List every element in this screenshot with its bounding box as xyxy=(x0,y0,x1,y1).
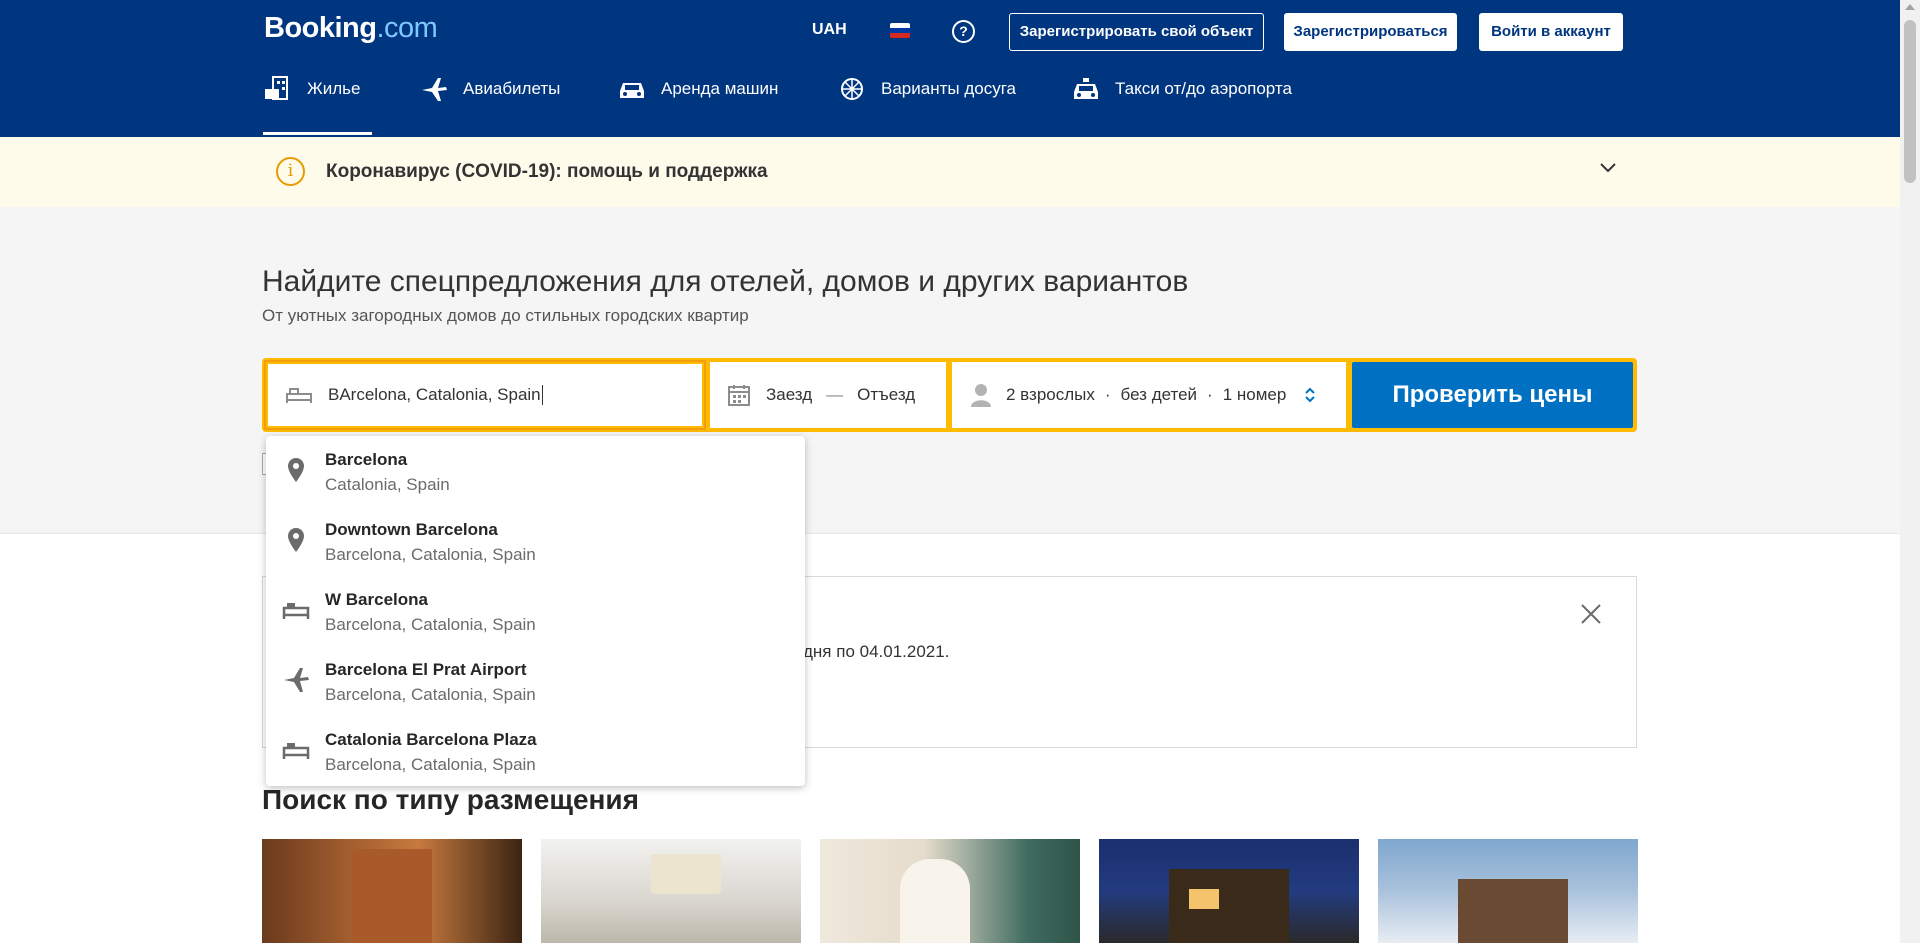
map-pin-icon xyxy=(288,458,304,482)
suggestion-title: W Barcelona xyxy=(325,590,428,609)
children-count: без детей xyxy=(1120,385,1198,404)
register-property-button[interactable]: Зарегистрировать свой объект xyxy=(1009,13,1264,51)
login-button[interactable]: Войти в аккаунт xyxy=(1479,13,1623,51)
date-field[interactable]: Заезд — Отъезд xyxy=(710,362,946,428)
scroll-up-arrow-icon[interactable] xyxy=(1905,4,1915,10)
destination-field[interactable]: BArcelona, Catalonia, Spain xyxy=(264,360,706,430)
property-type-card[interactable] xyxy=(262,839,522,943)
scrollbar-thumb[interactable] xyxy=(1904,20,1916,183)
booking-logo[interactable]: Booking.com xyxy=(264,12,438,45)
checkin-label[interactable]: Заезд xyxy=(766,385,812,405)
bed-icon xyxy=(286,388,312,403)
hero-subtitle: От уютных загородных домов до стильных г… xyxy=(262,306,749,325)
card-image xyxy=(1458,879,1568,943)
tab-attractions-label: Варианты досуга xyxy=(881,79,1016,98)
suggestion-subtitle: Catalonia, Spain xyxy=(325,475,450,494)
suggestion-item[interactable]: Catalonia Barcelona Plaza Barcelona, Cat… xyxy=(266,716,805,786)
taxi-icon xyxy=(1074,78,1098,99)
rooms-count: 1 номер xyxy=(1222,385,1287,404)
separator-dot: · xyxy=(1104,385,1111,404)
notice-text: дня по 04.01.2021. xyxy=(803,642,950,661)
hero-title: Найдите спецпредложения для отелей, домо… xyxy=(262,265,1189,298)
property-type-card[interactable] xyxy=(820,839,1080,943)
tab-car-rental[interactable]: Аренда машин xyxy=(617,79,778,135)
suggestion-title: Downtown Barcelona xyxy=(325,520,498,539)
tab-stays-label: Жилье xyxy=(307,79,361,98)
card-image xyxy=(651,854,721,894)
separator-dot: · xyxy=(1207,385,1213,404)
card-image xyxy=(352,849,432,943)
up-down-chevron-icon xyxy=(1305,387,1316,403)
tab-attractions[interactable]: Варианты досуга xyxy=(837,78,1016,135)
suggestion-item[interactable]: Downtown Barcelona Barcelona, Catalonia,… xyxy=(266,506,805,576)
language-flag-icon[interactable] xyxy=(890,23,910,38)
tab-airport-taxi-label: Такси от/до аэропорта xyxy=(1115,79,1292,98)
suggestion-subtitle: Barcelona, Catalonia, Spain xyxy=(325,545,536,564)
bed-icon xyxy=(282,743,310,759)
bed-icon xyxy=(282,603,310,619)
suggestion-item[interactable]: Barcelona Catalonia, Spain xyxy=(266,436,805,506)
card-image xyxy=(1169,869,1289,943)
suggestion-subtitle: Barcelona, Catalonia, Spain xyxy=(325,685,536,704)
tab-airport-taxi[interactable]: Такси от/до аэропорта xyxy=(1071,78,1292,135)
destination-input[interactable]: BArcelona, Catalonia, Spain xyxy=(328,385,541,405)
section-title: Поиск по типу размещения xyxy=(262,784,639,815)
tab-flights-label: Авиабилеты xyxy=(463,79,561,98)
suggestion-title: Catalonia Barcelona Plaza xyxy=(325,730,537,749)
tab-flights[interactable]: Авиабилеты xyxy=(419,78,561,135)
adults-count: 2 взрослых xyxy=(1006,385,1095,404)
property-type-card[interactable] xyxy=(1378,839,1638,943)
autocomplete-dropdown: Barcelona Catalonia, Spain Downtown Barc… xyxy=(266,436,805,786)
check-prices-button[interactable]: Проверить цены xyxy=(1352,362,1633,428)
register-button[interactable]: Зарегистрироваться xyxy=(1284,13,1457,51)
help-icon[interactable]: ? xyxy=(952,20,975,43)
guests-field[interactable]: 2 взрослых · без детей · 1 номер xyxy=(952,362,1346,428)
card-image xyxy=(1189,889,1219,909)
suggestion-item[interactable]: Barcelona El Prat Airport Barcelona, Cat… xyxy=(266,646,805,716)
property-type-card[interactable] xyxy=(541,839,801,943)
covid-banner[interactable]: i Коронавирус (COVID-19): помощь и подде… xyxy=(0,137,1900,207)
tab-car-rental-label: Аренда машин xyxy=(661,79,779,98)
checkout-label[interactable]: Отъезд xyxy=(857,385,915,405)
close-icon[interactable] xyxy=(1580,603,1602,625)
suggestion-subtitle: Barcelona, Catalonia, Spain xyxy=(325,755,536,774)
card-image xyxy=(900,859,970,943)
site-header: Booking.com UAH ? Зарегистрировать свой … xyxy=(0,0,1900,137)
person-icon xyxy=(971,384,991,407)
plane-icon xyxy=(284,668,309,692)
page-scrollbar[interactable] xyxy=(1900,0,1920,943)
currency-selector[interactable]: UAH xyxy=(812,21,847,39)
date-dash: — xyxy=(826,385,844,404)
bed-building-icon xyxy=(265,76,288,100)
covid-banner-text: Коронавирус (COVID-19): помощь и поддерж… xyxy=(326,161,768,182)
info-icon: i xyxy=(276,157,305,186)
suggestion-item[interactable]: W Barcelona Barcelona, Catalonia, Spain xyxy=(266,576,805,646)
property-type-card[interactable] xyxy=(1099,839,1359,943)
calendar-icon xyxy=(728,385,750,406)
tab-stays[interactable]: Жилье xyxy=(263,76,373,135)
suggestion-title: Barcelona xyxy=(325,450,408,469)
car-icon xyxy=(620,83,644,98)
suggestion-subtitle: Barcelona, Catalonia, Spain xyxy=(325,615,536,634)
ferris-wheel-icon xyxy=(841,78,863,100)
text-cursor xyxy=(541,385,543,405)
chevron-down-icon[interactable] xyxy=(1600,163,1616,173)
map-pin-icon xyxy=(288,528,304,552)
plane-icon xyxy=(422,78,447,101)
search-bar: BArcelona, Catalonia, Spain Заезд — Отъе… xyxy=(262,358,1637,432)
suggestion-title: Barcelona El Prat Airport xyxy=(325,660,527,679)
